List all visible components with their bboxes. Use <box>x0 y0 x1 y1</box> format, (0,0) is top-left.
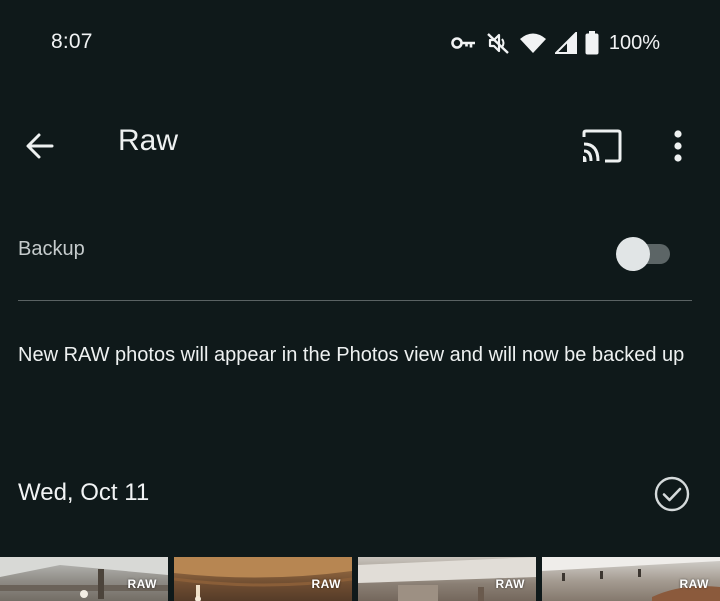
cast-icon <box>582 129 622 163</box>
backup-toggle[interactable] <box>616 236 672 271</box>
status-bar: 8:07 100% <box>0 0 720 88</box>
status-icons: 100% <box>451 29 660 57</box>
raw-badge: RAW <box>679 577 709 591</box>
status-time: 8:07 <box>51 30 93 53</box>
backup-info-text: New RAW photos will appear in the Photos… <box>18 344 685 366</box>
divider <box>18 300 692 301</box>
select-all-button[interactable] <box>652 474 692 514</box>
toggle-thumb <box>616 237 650 271</box>
wifi-icon <box>519 32 547 54</box>
section-date: Wed, Oct 11 <box>18 479 150 506</box>
raw-badge: RAW <box>495 577 525 591</box>
photo-thumbnail[interactable]: RAW <box>0 557 168 601</box>
raw-badge: RAW <box>127 577 157 591</box>
back-button[interactable] <box>16 122 64 170</box>
page-title: Raw <box>118 124 179 157</box>
photo-thumbnail[interactable]: RAW <box>542 557 720 601</box>
battery-icon <box>585 31 599 55</box>
cast-button[interactable] <box>576 122 628 170</box>
photo-thumbnail[interactable]: RAW <box>174 557 352 601</box>
back-arrow-icon <box>26 133 54 159</box>
check-circle-icon <box>654 476 690 512</box>
photo-grid: RAW RAW RAW RAW <box>0 557 720 601</box>
vpn-key-icon <box>451 35 477 51</box>
more-vert-icon <box>674 130 682 162</box>
photo-thumbnail[interactable]: RAW <box>358 557 536 601</box>
raw-badge: RAW <box>311 577 341 591</box>
app-bar: Raw <box>0 100 720 188</box>
date-section-header: Wed, Oct 11 <box>18 470 692 518</box>
backup-label: Backup <box>18 238 85 260</box>
muted-icon <box>485 30 511 56</box>
backup-setting-row[interactable]: Backup <box>18 222 692 280</box>
battery-percent: 100% <box>608 31 660 54</box>
more-options-button[interactable] <box>654 122 702 170</box>
cell-signal-icon <box>554 32 577 54</box>
